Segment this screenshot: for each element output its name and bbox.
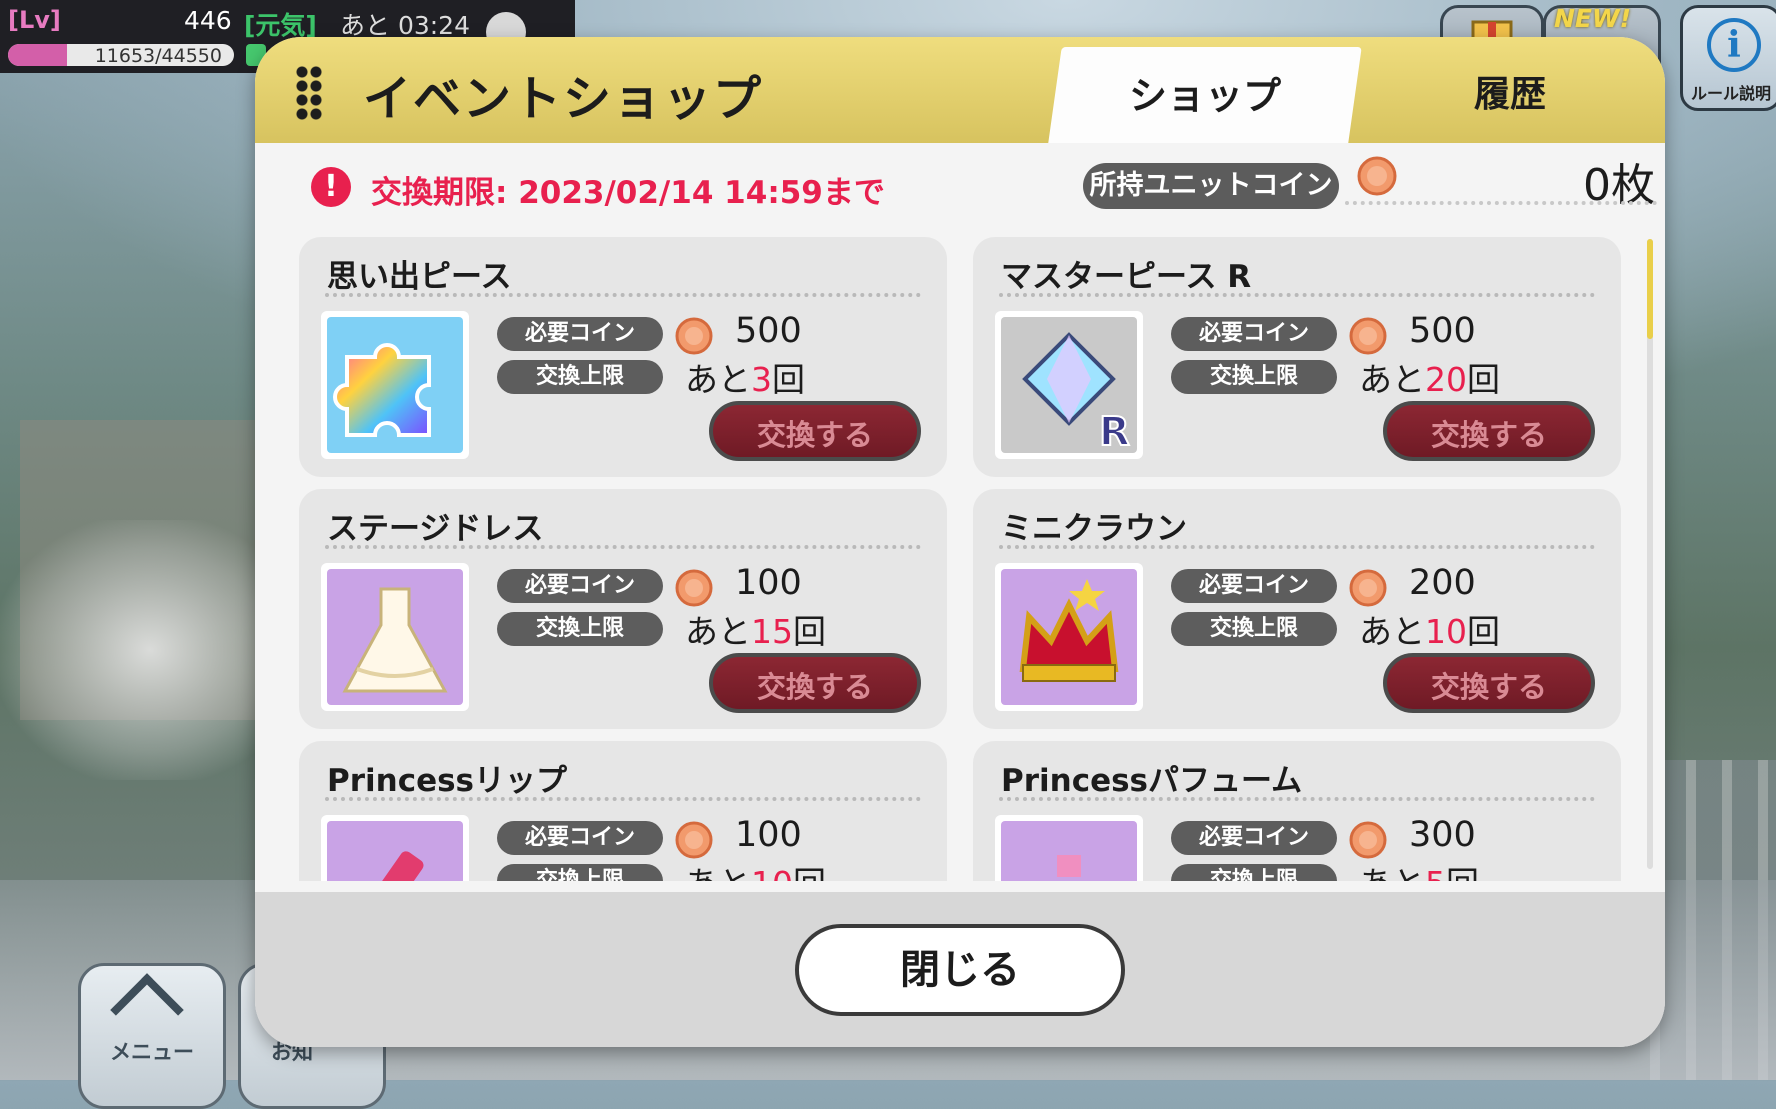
- remaining-count: 10: [751, 864, 793, 881]
- item-name-underline: [999, 797, 1595, 801]
- menu-label: メニュー: [110, 1040, 194, 1064]
- alert-icon: !: [311, 167, 351, 207]
- exp-bar: 11653/44550: [8, 44, 234, 66]
- owned-coin-underline: [1345, 201, 1657, 205]
- tab-history[interactable]: 履歴: [1385, 65, 1635, 117]
- required-coin-label: 必要コイン: [1171, 821, 1337, 855]
- item-name-underline: [325, 545, 921, 549]
- exchange-limit-label: 交換上限: [497, 612, 663, 646]
- remaining-exchanges: あと20回: [1359, 360, 1500, 399]
- exchange-button[interactable]: 交換する: [1383, 653, 1595, 713]
- shop-item-card: 思い出ピース 必要コイン 500 交換上限 あと3回 交換する: [299, 237, 947, 477]
- item-name: Princessパフューム: [1001, 763, 1303, 799]
- exchange-limit-label: 交換上限: [1171, 360, 1337, 394]
- item-thumbnail: [995, 563, 1143, 711]
- perfume-icon: [1001, 821, 1137, 881]
- dialog-title: イベントショップ: [363, 71, 764, 127]
- shop-item-card: Princessパフューム 必要コイン 300 交換上限 あと5回 交換する: [973, 741, 1621, 881]
- exchange-deadline: 交換期限: 2023/02/14 14:59まで: [371, 175, 885, 211]
- remaining-exchanges: あと10回: [1359, 612, 1500, 651]
- required-coin-label: 必要コイン: [497, 569, 663, 603]
- unit-coin-icon: [1349, 569, 1387, 607]
- item-cost: 500: [1409, 311, 1476, 351]
- dialog-header: イベントショップ ショップ 履歴: [255, 37, 1665, 143]
- scrollbar-thumb[interactable]: [1647, 239, 1653, 339]
- exchange-limit-label: 交換上限: [497, 864, 663, 881]
- shop-item-card: ステージドレス 必要コイン 100 交換上限 あと15回 交換する: [299, 489, 947, 729]
- exchange-limit-label: 交換上限: [497, 360, 663, 394]
- item-cost: 100: [735, 815, 802, 855]
- unit-coin-icon: [675, 569, 713, 607]
- item-name: ステージドレス: [327, 511, 544, 547]
- item-name: マスターピース R: [1001, 259, 1252, 295]
- item-cost: 300: [1409, 815, 1476, 855]
- required-coin-label: 必要コイン: [1171, 569, 1337, 603]
- exp-bar-fill: [8, 44, 67, 66]
- menu-button[interactable]: メニュー: [78, 963, 226, 1109]
- dialog-footer: 閉じる: [255, 892, 1665, 1047]
- item-cost: 200: [1409, 563, 1476, 603]
- unit-coin-icon: [1349, 317, 1387, 355]
- exchange-limit-label: 交換上限: [1171, 612, 1337, 646]
- exchange-button[interactable]: 交換する: [1383, 401, 1595, 461]
- item-thumbnail: [321, 815, 469, 881]
- drag-handle-icon[interactable]: [295, 65, 323, 121]
- svg-text:R: R: [1099, 409, 1130, 453]
- exchange-limit-label: 交換上限: [1171, 864, 1337, 881]
- item-name-underline: [999, 545, 1595, 549]
- rules-label: ルール説明: [1690, 84, 1771, 103]
- gem-r-icon: R: [1001, 317, 1137, 453]
- item-thumbnail: [321, 311, 469, 459]
- item-name-underline: [325, 797, 921, 801]
- crown-icon: [1001, 569, 1137, 705]
- item-name-underline: [999, 293, 1595, 297]
- owned-coin-label: 所持ユニットコイン: [1083, 163, 1339, 209]
- remaining-exchanges: あと3回: [685, 360, 805, 399]
- item-name: ミニクラウン: [1001, 511, 1187, 547]
- exchange-button[interactable]: 交換する: [709, 653, 921, 713]
- unit-coin-icon: [675, 317, 713, 355]
- shop-item-card: Princessリップ 必要コイン 100 交換上限 あと10回 交換する: [299, 741, 947, 881]
- remaining-count: 20: [1425, 360, 1467, 399]
- required-coin-label: 必要コイン: [1171, 317, 1337, 351]
- exp-text: 11653/44550: [94, 45, 222, 66]
- level-badge: [Lv]: [8, 6, 61, 34]
- puzzle-piece-icon: [327, 317, 463, 453]
- item-thumbnail: R: [995, 311, 1143, 459]
- remaining-count: 3: [751, 360, 772, 399]
- rules-button[interactable]: i ルール説明: [1680, 5, 1776, 111]
- remaining-exchanges: あと15回: [685, 612, 826, 651]
- item-name: Princessリップ: [327, 763, 568, 799]
- remaining-exchanges: あと5回: [1359, 857, 1479, 881]
- remaining-count: 5: [1425, 864, 1446, 881]
- remaining-count: 10: [1425, 612, 1467, 651]
- unit-coin-icon: [675, 821, 713, 859]
- item-name-underline: [325, 293, 921, 297]
- close-button[interactable]: 閉じる: [795, 924, 1125, 1016]
- new-badge: NEW!: [1554, 4, 1631, 33]
- exchange-button[interactable]: 交換する: [709, 401, 921, 461]
- required-coin-label: 必要コイン: [497, 317, 663, 351]
- event-shop-dialog: イベントショップ ショップ 履歴 ! 交換期限: 2023/02/14 14:5…: [255, 37, 1665, 1047]
- lipstick-icon: [327, 821, 463, 881]
- item-cost: 100: [735, 563, 802, 603]
- remaining-exchanges: あと10回: [685, 857, 826, 881]
- tab-shop[interactable]: ショップ: [1055, 65, 1355, 120]
- level-value: 446: [184, 6, 232, 35]
- item-name: 思い出ピース: [327, 259, 512, 295]
- dress-icon: [327, 569, 463, 705]
- item-thumbnail: [995, 815, 1143, 881]
- required-coin-label: 必要コイン: [497, 821, 663, 855]
- unit-coin-icon: [1349, 821, 1387, 859]
- unit-coin-icon: [1357, 156, 1397, 196]
- info-icon: i: [1707, 18, 1761, 72]
- shop-item-card: マスターピース R R 必要コイン 500 交換上限 あと20回 交換する: [973, 237, 1621, 477]
- item-thumbnail: [321, 563, 469, 711]
- item-cost: 500: [735, 311, 802, 351]
- shop-item-list[interactable]: 思い出ピース 必要コイン 500 交換上限 あと3回 交換する マスターピース …: [299, 225, 1621, 881]
- shop-item-card: ミニクラウン 必要コイン 200 交換上限 あと10回 交換する: [973, 489, 1621, 729]
- remaining-count: 15: [751, 612, 793, 651]
